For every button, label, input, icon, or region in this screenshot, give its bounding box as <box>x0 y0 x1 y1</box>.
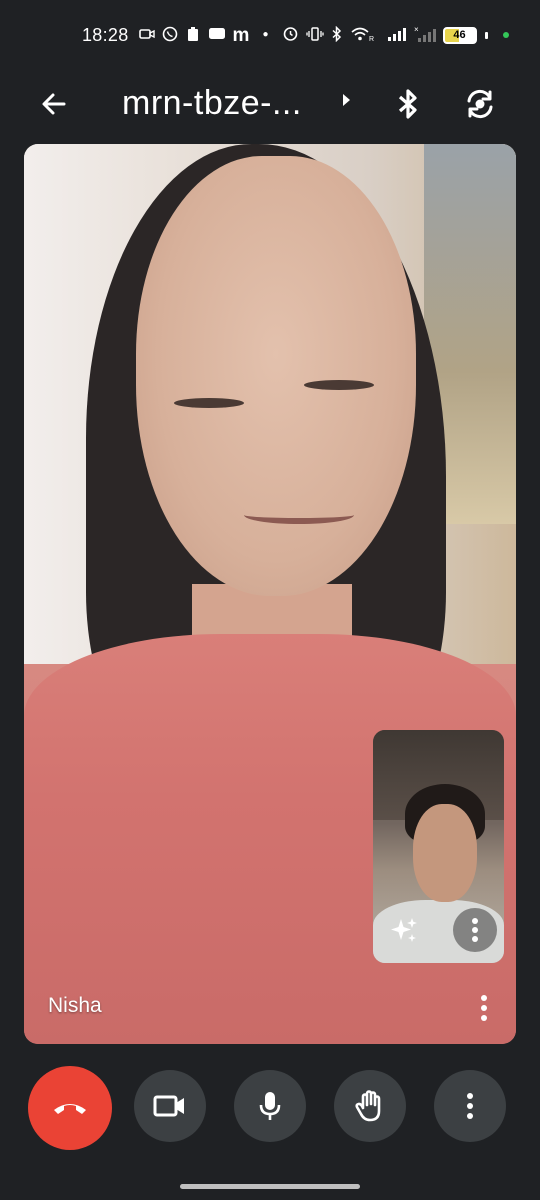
battery-icon: 46 <box>442 26 477 44</box>
chevron-right-icon[interactable] <box>340 92 352 113</box>
meeting-title[interactable]: mrn-tbze-... <box>122 84 302 123</box>
switch-camera-icon <box>467 89 493 119</box>
more-vert-icon <box>467 1093 473 1119</box>
dot-icon: ● <box>262 29 269 40</box>
video-person-eye-left <box>174 398 244 408</box>
bluetooth-audio-icon <box>398 89 417 119</box>
participant-menu-button[interactable] <box>470 990 498 1026</box>
switch-camera-button[interactable] <box>460 84 500 124</box>
more-vert-icon <box>472 918 478 942</box>
end-call-button[interactable] <box>28 1066 112 1150</box>
self-view-tile[interactable] <box>373 730 504 963</box>
whatsapp-icon <box>162 26 178 45</box>
vibrate-icon <box>305 26 324 45</box>
clipboard-icon <box>185 26 201 45</box>
mic-icon <box>259 1092 281 1120</box>
more-options-button[interactable] <box>434 1070 506 1142</box>
status-bar: 18:28 m ● R × 46 <box>0 0 540 70</box>
m-app-icon: m <box>232 24 250 46</box>
self-view-menu-button[interactable] <box>453 908 497 952</box>
alarm-icon <box>282 25 299 45</box>
message-icon <box>208 27 226 44</box>
videocam-icon <box>153 1095 184 1117</box>
privacy-dot-icon <box>502 32 509 38</box>
back-button[interactable] <box>36 86 72 122</box>
bluetooth-icon <box>331 25 343 45</box>
status-icons: m ● R × 46 <box>138 24 509 46</box>
call-controls <box>0 1066 540 1152</box>
participant-name: Nisha <box>48 994 102 1017</box>
more-vert-icon <box>481 995 487 1021</box>
video-person-mouth <box>244 506 354 524</box>
effects-button[interactable] <box>387 913 421 947</box>
camera-toggle-button[interactable] <box>134 1070 206 1142</box>
self-view-face <box>413 804 477 902</box>
mic-toggle-button[interactable] <box>234 1070 306 1142</box>
video-person-face <box>136 156 416 596</box>
svg-text:R: R <box>369 36 374 42</box>
wifi-icon: R <box>350 26 380 45</box>
sparkle-effects-icon <box>391 918 417 942</box>
phone-hangup-icon <box>54 1104 86 1114</box>
top-bar: mrn-tbze-... <box>0 70 540 136</box>
signal-icon <box>387 26 407 45</box>
home-indicator[interactable] <box>180 1184 360 1189</box>
svg-text:×: × <box>414 25 419 34</box>
camera-icon <box>138 27 155 44</box>
video-person-eye-right <box>304 380 374 390</box>
status-time: 18:28 <box>82 24 129 45</box>
signal-x-icon: × <box>414 25 436 46</box>
back-arrow-icon <box>42 93 66 115</box>
bluetooth-audio-button[interactable] <box>390 86 426 122</box>
battery-tip <box>484 31 488 39</box>
hand-icon <box>355 1090 381 1122</box>
raise-hand-button[interactable] <box>334 1070 406 1142</box>
